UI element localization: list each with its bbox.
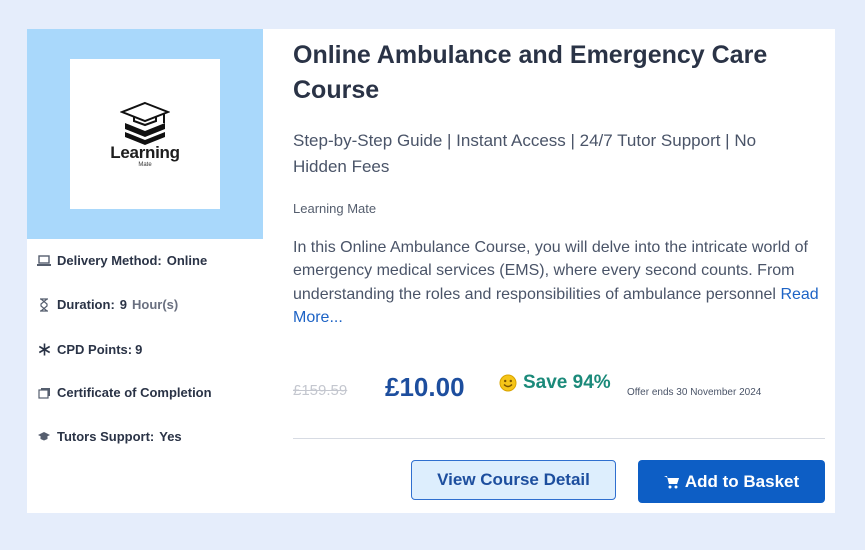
duration-value: 9 [119,297,128,312]
save-text: Save 94% [523,372,611,393]
asterisk-icon [37,343,51,357]
certificate-icon [37,386,51,400]
delivery-method-value: Online [166,253,208,268]
cpd-points-value: 9 [135,342,143,357]
hourglass-icon [37,297,51,312]
smile-icon [499,374,517,392]
delivery-method-row: Delivery Method: Online [37,253,207,268]
view-course-detail-button[interactable]: View Course Detail [411,460,616,500]
laptop-icon [37,254,51,268]
logo-text: Learning [110,143,180,162]
certificate-row: Certificate of Completion [37,385,212,400]
course-provider: Learning Mate [293,201,377,216]
divider [293,438,825,439]
delivery-method-label: Delivery Method: [57,253,162,268]
cpd-points-row: CPD Points: 9 [37,342,142,357]
certificate-label: Certificate of Completion [57,385,212,400]
course-title[interactable]: Online Ambulance and Emergency Care Cour… [293,38,823,108]
old-price: £159.59 [293,382,348,399]
duration-unit: Hour(s) [132,297,179,312]
tutors-support-row: Tutors Support: Yes [37,429,182,444]
graduation-cap-logo-icon [120,101,170,145]
cpd-points-label: CPD Points: [57,342,133,357]
duration-row: Duration: 9 Hour(s) [37,297,178,312]
tutors-support-value: Yes [159,429,182,444]
course-card: Learning Mate Delivery Method: Online Du… [27,29,835,513]
save-badge: Save 94% [499,372,611,394]
view-course-detail-label: View Course Detail [437,470,590,489]
course-description: In this Online Ambulance Course, you wil… [293,236,823,329]
cart-icon [663,475,679,488]
add-to-basket-label: Add to Basket [684,471,800,491]
offer-ends-text: Offer ends 30 November 2024 [627,387,762,398]
logo-subtext: Mate [138,162,152,168]
course-description-text: In this Online Ambulance Course, you wil… [293,239,808,303]
course-thumbnail[interactable]: Learning Mate [27,29,263,239]
provider-logo: Learning Mate [70,59,220,209]
tutors-support-label: Tutors Support: [57,429,155,444]
add-to-basket-button[interactable]: Add to Basket [638,460,825,503]
duration-label: Duration: [57,297,115,312]
course-subtitle: Step-by-Step Guide | Instant Access | 24… [293,131,757,176]
graduation-cap-icon [37,430,51,444]
course-sidebar: Learning Mate Delivery Method: Online Du… [27,29,263,513]
current-price: £10.00 [385,372,465,402]
